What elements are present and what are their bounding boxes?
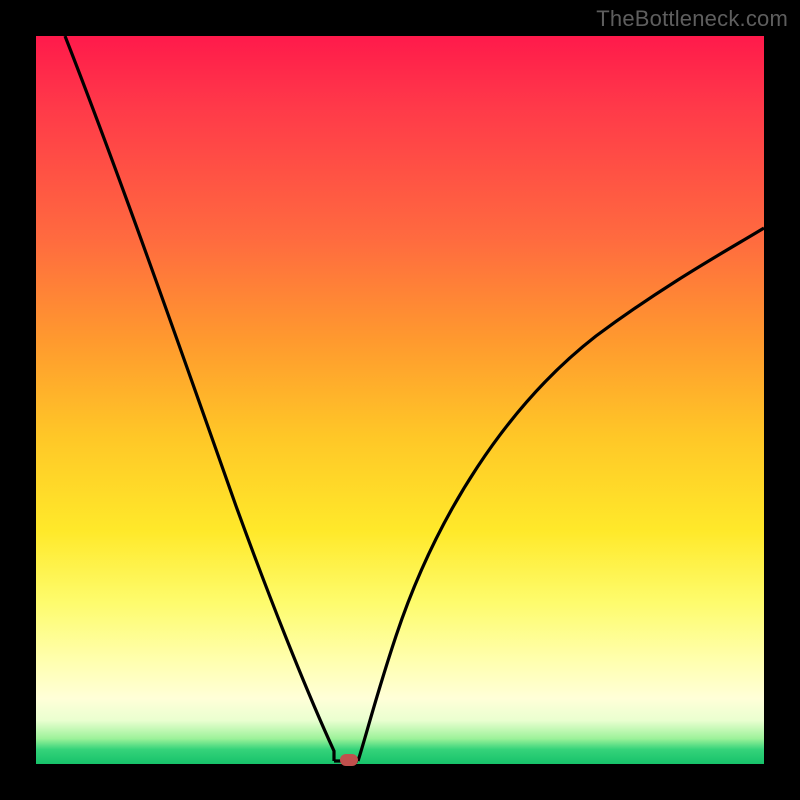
chart-frame: TheBottleneck.com: [0, 0, 800, 800]
curve-left-branch: [65, 36, 334, 761]
curve-right-branch: [358, 228, 764, 761]
bottleneck-curve: [36, 36, 764, 764]
optimum-marker: [340, 754, 358, 766]
watermark-label: TheBottleneck.com: [596, 6, 788, 32]
plot-area: [36, 36, 764, 764]
